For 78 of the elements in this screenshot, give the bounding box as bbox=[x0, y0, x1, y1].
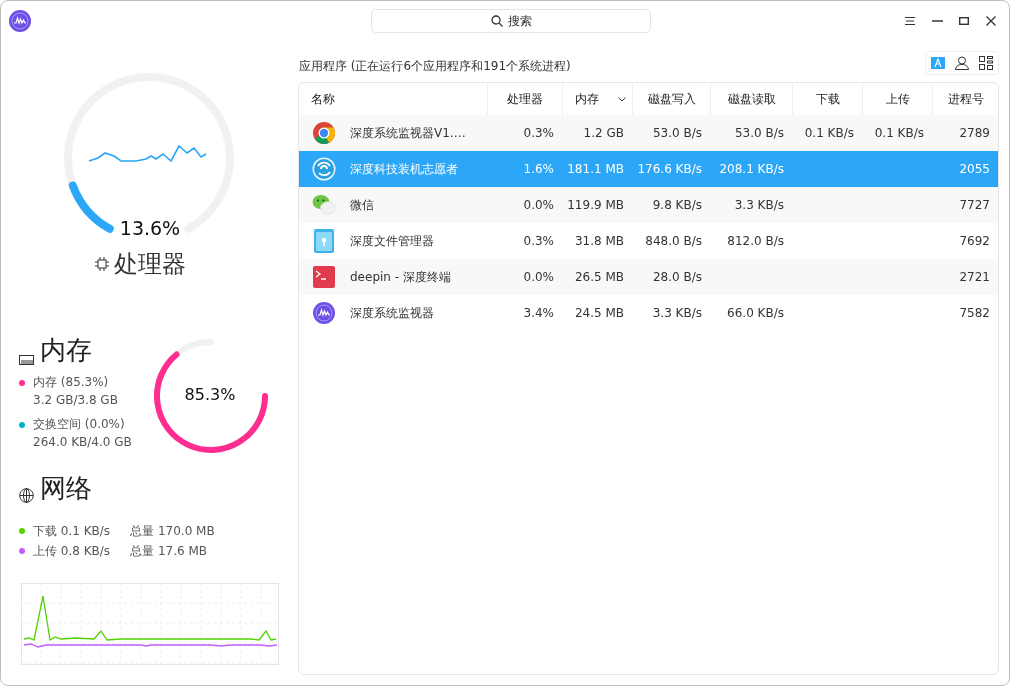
memory-legend-label: 内存 (85.3%) bbox=[33, 374, 110, 391]
table-cell: 0.1 KB/s bbox=[874, 126, 924, 140]
table-cell: 9.8 KB/s bbox=[652, 198, 702, 212]
process-name: 深度系统监视器 bbox=[350, 304, 434, 322]
swirl-icon bbox=[312, 157, 336, 181]
table-cell: 0.1 KB/s bbox=[804, 126, 854, 140]
table-cell: 1.6% bbox=[523, 162, 554, 176]
process-row[interactable]: 深度文件管理器 0.3% 31.8 MB 848.0 B/s 812.0 B/s 7692 bbox=[299, 223, 998, 259]
table-cell: 3.3 KB/s bbox=[734, 198, 784, 212]
table-cell: 848.0 B/s bbox=[645, 234, 702, 248]
process-summary: 应用程序 (正在运行6个应用程序和191个系统进程) bbox=[298, 58, 571, 75]
maximize-icon bbox=[959, 17, 969, 25]
process-row[interactable]: 深度系统监视器 3.4% 24.5 MB 3.3 KB/s 66.0 KB/s 7582 bbox=[299, 295, 998, 331]
search-field[interactable]: 搜索 bbox=[371, 9, 651, 33]
network-rate: 下载 0.1 KB/s bbox=[33, 522, 111, 540]
table-cell: 7582 bbox=[959, 306, 990, 320]
table-cell: 53.0 B/s bbox=[734, 126, 784, 140]
waveform-icon bbox=[9, 10, 31, 32]
close-icon bbox=[986, 16, 996, 26]
user-icon bbox=[955, 56, 969, 70]
search-placeholder: 搜索 bbox=[507, 12, 532, 30]
caret-icon bbox=[618, 96, 626, 102]
table-cell: 3.4% bbox=[523, 306, 554, 320]
table-cell: 0.0% bbox=[523, 270, 554, 284]
waveform-icon bbox=[313, 302, 335, 324]
table-cell: 3.3 KB/s bbox=[652, 306, 702, 320]
table-cell: 0.0% bbox=[523, 198, 554, 212]
process-row[interactable]: deepin - 深度终端 0.0% 26.5 MB 28.0 B/s 2721 bbox=[299, 259, 998, 295]
table-cell: 24.5 MB bbox=[574, 306, 624, 320]
menu-icon bbox=[905, 16, 915, 26]
cpu-title: 处理器 bbox=[114, 249, 186, 280]
chat-bubbles-icon bbox=[312, 194, 336, 216]
memory-legend-label: 交换空间 (0.0%) bbox=[33, 416, 126, 433]
network-total: 总量 170.0 MB bbox=[130, 522, 215, 540]
network-title: 网络 bbox=[40, 473, 92, 503]
process-row[interactable]: 深度系统监视器V1.… 0.3% 1.2 GB 53.0 B/s 53.0 B/s 0.1 KB/s 0.1 KB/s 2789 bbox=[299, 115, 998, 151]
table-cell: 31.8 MB bbox=[574, 234, 624, 248]
table-cell: 28.0 B/s bbox=[652, 270, 702, 284]
globe-icon bbox=[19, 488, 34, 503]
table-cell: 0.3% bbox=[523, 234, 554, 248]
terminal-icon bbox=[313, 266, 335, 288]
table-cell: 119.9 MB bbox=[567, 198, 624, 212]
table-cell: 2055 bbox=[959, 162, 990, 176]
process-name: 深度系统监视器V1.… bbox=[350, 124, 466, 142]
table-cell: 208.1 KB/s bbox=[719, 162, 784, 176]
table-cell: 0.3% bbox=[523, 126, 554, 140]
memory-module-icon bbox=[19, 355, 34, 365]
folder-icon bbox=[314, 229, 334, 253]
table-cell: 812.0 B/s bbox=[727, 234, 784, 248]
process-name: 微信 bbox=[350, 196, 374, 214]
chip-icon bbox=[95, 257, 109, 271]
process-name: 深度科技装机志愿者 bbox=[350, 160, 458, 178]
minimize-icon bbox=[931, 20, 943, 22]
table-cell: 26.5 MB bbox=[574, 270, 624, 284]
table-cell: 2789 bbox=[959, 126, 990, 140]
process-row[interactable]: 微信 0.0% 119.9 MB 9.8 KB/s 3.3 KB/s 7727 bbox=[299, 187, 998, 223]
table-cell: 7727 bbox=[959, 198, 990, 212]
network-total: 总量 17.6 MB bbox=[130, 542, 208, 560]
table-cell: 53.0 B/s bbox=[652, 126, 702, 140]
table-cell: 181.1 MB bbox=[567, 162, 624, 176]
memory-legend-value: 264.0 KB/4.0 GB bbox=[33, 435, 133, 449]
network-rate: 上传 0.8 KB/s bbox=[33, 542, 111, 560]
memory-usage-reading: 85.3% bbox=[183, 385, 237, 404]
table-cell: 176.6 KB/s bbox=[637, 162, 702, 176]
process-name: 深度文件管理器 bbox=[350, 232, 434, 250]
grid-view-icon bbox=[979, 56, 993, 70]
table-cell: 66.0 KB/s bbox=[727, 306, 784, 320]
table-cell: 1.2 GB bbox=[583, 126, 624, 140]
column-header[interactable]: 名称 bbox=[299, 83, 487, 115]
app-window-icon bbox=[931, 57, 945, 69]
table-cell: 2721 bbox=[959, 270, 990, 284]
search-icon bbox=[490, 15, 503, 27]
table-cell: 7692 bbox=[959, 234, 990, 248]
process-name: deepin - 深度终端 bbox=[350, 268, 451, 286]
cpu-usage-reading: 13.6% bbox=[118, 217, 182, 239]
memory-legend-value: 3.2 GB/3.8 GB bbox=[33, 393, 119, 407]
colored-ring-icon bbox=[312, 121, 336, 145]
memory-title: 内存 bbox=[40, 335, 92, 365]
